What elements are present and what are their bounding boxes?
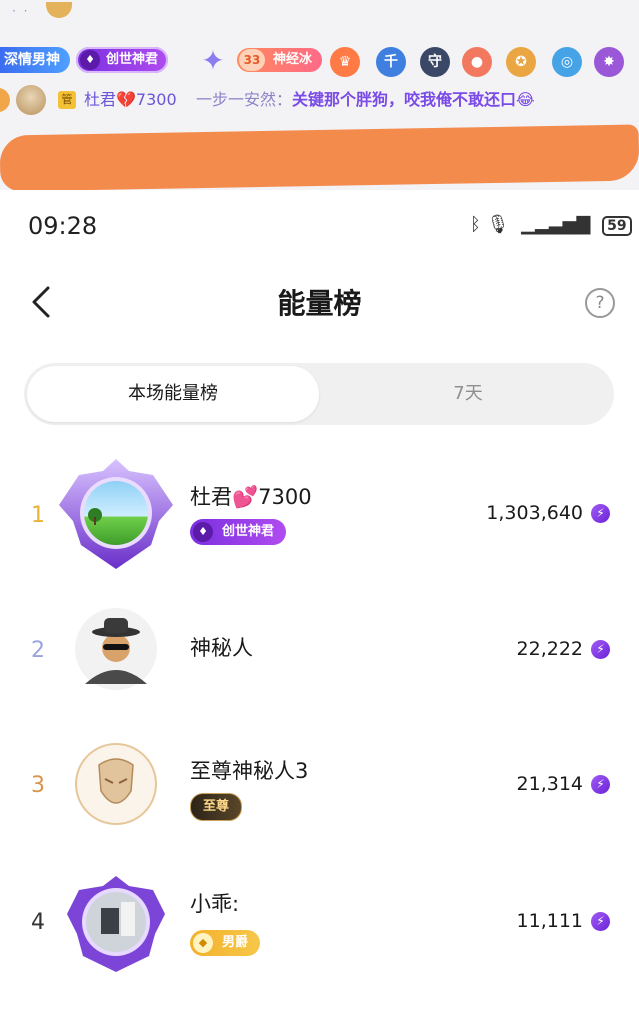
battery-icon: 59	[602, 216, 632, 236]
help-icon[interactable]: ?	[585, 288, 615, 318]
username: 小乖:	[190, 892, 240, 916]
tab-current-session[interactable]: 本场能量榜	[27, 366, 319, 422]
tag-purple-label: 创世神君	[106, 52, 159, 67]
gem-icon: ◆	[193, 933, 213, 953]
list-item[interactable]: 3 至尊神秘人3 至尊 21,314 ⚡	[0, 735, 639, 855]
mic-icon: 🎙	[486, 214, 510, 235]
purple-badge-icon: ✸	[594, 47, 624, 77]
tag-purple: ♦ 创世神君	[76, 47, 169, 73]
avatar	[67, 876, 165, 972]
level-badge: 33	[239, 49, 265, 71]
mini-avatar-icon	[46, 2, 72, 18]
status-icons: ᛒ 🎙 ▁▂▃▅▇ 59	[470, 214, 632, 236]
username: 杜君💕7300	[190, 485, 312, 509]
avatar	[75, 743, 157, 825]
dots-icon: · ·	[12, 4, 30, 18]
livestream-overlay: · · 深情男神 ♦ 创世神君 ✦ 33 神经冰 ♛ 千 守 ● ✪ ◎ ✸ 管…	[0, 0, 639, 190]
admin-icon: 管	[58, 91, 76, 109]
avatar	[59, 459, 173, 569]
energy-score: 11,111	[516, 910, 583, 932]
shield-icon: ♦	[193, 522, 213, 542]
list-item[interactable]: 1 杜君💕7300 ♦ 创世神君 1,303,640 ⚡	[0, 455, 639, 575]
rank-badge-label: 创世神君	[222, 524, 275, 539]
page-title: 能量榜	[277, 287, 362, 320]
energy-score: 21,314	[516, 773, 583, 795]
username: 至尊神秘人3	[190, 759, 309, 783]
chat-text: 一步一安然：关键那个胖狗，咬我俺不敢还口😂	[196, 84, 535, 116]
energy-icon: ⚡	[591, 640, 610, 659]
list-item[interactable]: 2 神秘人 22,222 ⚡	[0, 600, 639, 720]
gold-badge-icon: ✪	[506, 47, 536, 77]
shield-icon: ♦	[80, 50, 100, 70]
chat-content: 关键那个胖狗，咬我俺不敢还口😂	[292, 90, 535, 109]
star-badge-icon: ✦	[201, 44, 225, 77]
rank-badge: 至尊	[190, 793, 243, 821]
tab-7-days[interactable]: 7天	[324, 366, 612, 422]
tag-blue: 深情男神	[0, 47, 70, 73]
ring-badge-icon: ◎	[552, 47, 582, 77]
energy-score: 22,222	[516, 638, 583, 660]
username: 神秘人	[190, 636, 253, 660]
rank-badge-label: 男爵	[222, 935, 249, 950]
redaction-scribble	[0, 124, 639, 190]
coin-badge-icon: 千	[376, 47, 406, 77]
bluetooth-icon: ᛒ	[470, 214, 481, 235]
rank-number: 3	[31, 773, 45, 798]
tag-orange: 33 神经冰	[237, 48, 323, 72]
signal-icon: ▁▂▃▅▇	[521, 214, 591, 235]
status-time: 09:28	[28, 212, 98, 240]
avatar	[75, 608, 157, 690]
nav-bar: 能量榜 ?	[0, 262, 639, 342]
level-flag-icon	[0, 88, 10, 112]
guard-badge-icon: 守	[420, 47, 450, 77]
list-item[interactable]: 4 小乖: ◆ 男爵 11,111 ⚡	[0, 868, 639, 988]
rank-number: 1	[31, 503, 45, 528]
tag-orange-label: 神经冰	[273, 52, 313, 67]
energy-icon: ⚡	[591, 504, 610, 523]
rank-number: 4	[31, 910, 45, 935]
status-bar: 09:28 ᛒ 🎙 ▁▂▃▅▇ 59	[0, 190, 639, 260]
energy-icon: ⚡	[591, 912, 610, 931]
crown-icon: ♛	[330, 47, 360, 77]
energy-icon: ⚡	[591, 775, 610, 794]
rank-badge: ♦ 创世神君	[190, 519, 287, 545]
avatar	[16, 85, 46, 115]
red-badge-icon: ●	[462, 47, 492, 77]
stream-top-bar: · ·	[0, 0, 639, 36]
chat-username: 杜君💔7300	[84, 90, 177, 109]
energy-score: 1,303,640	[486, 502, 583, 524]
rank-badge: ◆ 男爵	[190, 930, 261, 956]
chat-sender: 一步一安然：	[196, 90, 293, 109]
chat-message: 管 杜君💔7300 一步一安然：关键那个胖狗，咬我俺不敢还口😂	[0, 84, 639, 116]
tab-bar: 本场能量榜 7天	[24, 363, 614, 425]
rank-number: 2	[31, 638, 45, 663]
badge-row: 深情男神 ♦ 创世神君 ✦ 33 神经冰 ♛ 千 守 ● ✪ ◎ ✸	[0, 44, 639, 78]
